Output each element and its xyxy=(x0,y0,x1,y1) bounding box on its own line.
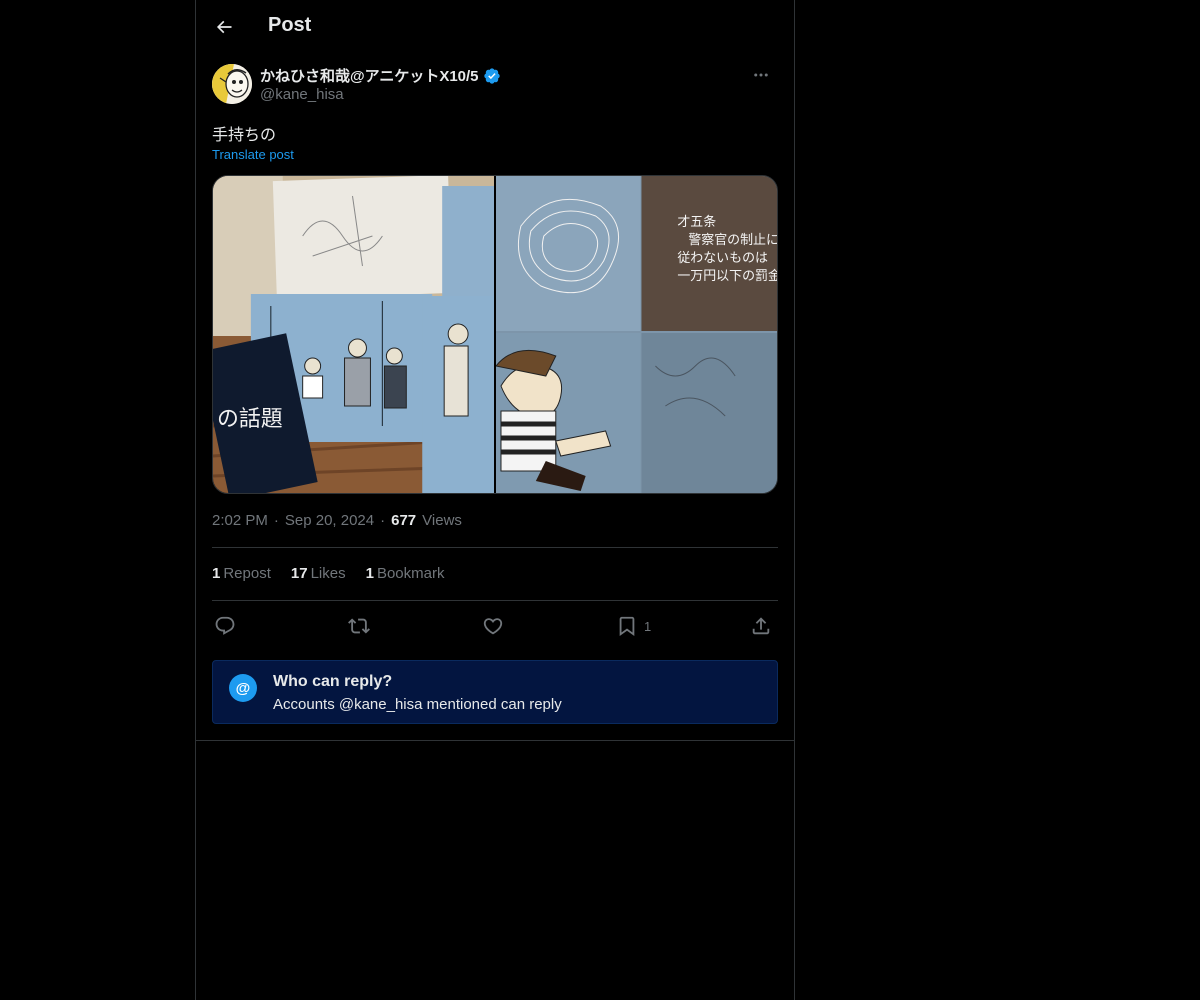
image-caption-line-2: 警察官の制止に xyxy=(688,232,777,248)
bookmarks-stat[interactable]: 1 Bookmark xyxy=(366,565,445,582)
bookmarks-count: 1 xyxy=(365,565,374,582)
reply-button[interactable] xyxy=(214,612,236,640)
image-caption-line-1: 才五条 xyxy=(677,214,716,230)
post-image-1[interactable]: の話題 xyxy=(213,176,494,493)
post-stats: 1 Repost 17 Likes 1 Bookmark xyxy=(212,565,444,582)
likes-count: 17 xyxy=(290,565,308,582)
bookmark-count: 1 xyxy=(644,618,652,634)
share-button[interactable] xyxy=(750,612,772,640)
post-image-2[interactable]: 才五条 警察官の制止に 従わないものは 一万円以下の罰金 xyxy=(496,176,777,493)
more-options-button[interactable] xyxy=(744,64,778,86)
reply-icon xyxy=(215,616,235,635)
image-book-title: の話題 xyxy=(217,407,283,432)
likes-label: Likes xyxy=(310,565,346,582)
more-dots-icon xyxy=(754,73,768,77)
post-date[interactable]: Sep 20, 2024 xyxy=(285,512,374,529)
primary-column: Post かねひさ和哉@アニケットX10/5 @kane_hisa 手持ちの T… xyxy=(195,0,795,1000)
translate-post-link[interactable]: Translate post xyxy=(212,147,294,162)
repost-button[interactable] xyxy=(348,612,370,640)
divider xyxy=(196,740,794,741)
views-count: 677 xyxy=(391,512,417,529)
meta-separator: · xyxy=(273,512,279,529)
at-sign-icon: @ xyxy=(229,674,257,702)
post-author: かねひさ和哉@アニケットX10/5 @kane_hisa xyxy=(212,64,778,108)
who-can-reply-subtitle: Accounts @kane_hisa mentioned can reply xyxy=(273,696,562,713)
verified-badge-icon xyxy=(483,67,501,85)
post-text: 手持ちの xyxy=(212,125,277,144)
back-button[interactable] xyxy=(208,11,240,43)
author-name-link[interactable]: かねひさ和哉@アニケットX10/5 xyxy=(260,65,501,86)
bookmark-icon xyxy=(619,616,635,637)
reposts-label: Repost xyxy=(223,565,271,582)
heart-icon xyxy=(483,618,503,635)
divider xyxy=(212,600,778,601)
image-caption-line-3: 従わないものは xyxy=(677,251,768,266)
post-actions: 1 xyxy=(212,612,778,640)
share-icon xyxy=(752,617,770,635)
post-media: の話題 才五条 警察官の制止に 従わないものは 一万円以下の罰金 xyxy=(212,175,778,494)
post-time[interactable]: 2:02 PM xyxy=(212,512,268,529)
arrow-left-icon xyxy=(216,20,232,34)
author-handle[interactable]: @kane_hisa xyxy=(260,86,344,103)
post-meta: 2:02 PM · Sep 20, 2024 · 677 Views xyxy=(212,512,462,529)
bookmarks-label: Bookmark xyxy=(376,565,445,582)
who-can-reply-title: Who can reply? xyxy=(273,673,393,690)
avatar[interactable] xyxy=(212,64,252,104)
reposts-stat[interactable]: 1 Repost xyxy=(212,565,271,582)
meta-separator: · xyxy=(380,512,386,529)
like-button[interactable] xyxy=(482,612,504,640)
bookmark-button[interactable]: 1 xyxy=(616,612,651,640)
repost-icon xyxy=(348,618,370,634)
post-header: Post xyxy=(196,0,794,54)
likes-stat[interactable]: 17 Likes xyxy=(291,565,346,582)
who-can-reply-notice: @ Who can reply? Accounts @kane_hisa men… xyxy=(212,660,778,724)
reposts-count: 1 xyxy=(212,565,221,582)
page-title: Post xyxy=(268,14,312,36)
divider xyxy=(212,547,778,548)
image-caption-line-4: 一万円以下の罰金 xyxy=(677,268,777,284)
views-label: Views xyxy=(422,512,462,529)
author-display-name: かねひさ和哉@アニケットX10/5 xyxy=(260,68,479,85)
